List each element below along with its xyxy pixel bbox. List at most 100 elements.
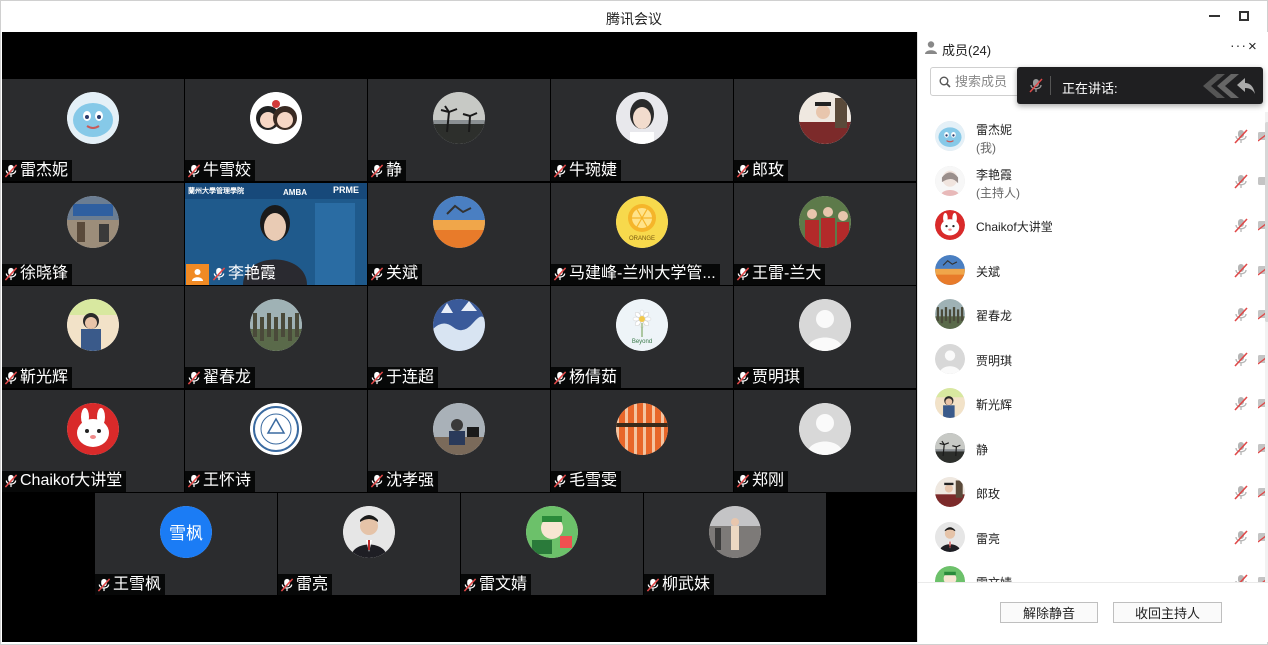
participant-name-label: 徐晓锋: [2, 263, 73, 285]
muted-mic-icon[interactable]: [1234, 262, 1248, 278]
participant-tile[interactable]: 郑刚: [734, 389, 916, 492]
member-name: 静: [976, 442, 989, 457]
muted-mic-icon[interactable]: [1234, 173, 1248, 189]
participant-name: 靳光辉: [20, 368, 69, 386]
muted-mic-icon: [553, 267, 567, 281]
muted-mic-icon: [646, 577, 660, 592]
member-name: 雷文婧: [976, 574, 1012, 582]
participant-tile[interactable]: 静: [368, 79, 550, 181]
member-name: 关斌: [976, 264, 1001, 279]
muted-mic-icon: [187, 163, 201, 178]
member-row[interactable]: 雷亮: [918, 515, 1268, 559]
muted-mic-icon[interactable]: [1234, 485, 1248, 500]
muted-mic-icon: [97, 577, 111, 592]
participant-tile[interactable]: 贾明琪: [734, 286, 916, 388]
member-row[interactable]: 贾明琪: [918, 337, 1268, 381]
muted-mic-icon[interactable]: [1234, 396, 1248, 411]
participant-tile[interactable]: 牛雪姣: [185, 79, 367, 181]
participant-tile[interactable]: 柳武妹: [644, 493, 826, 595]
participant-tile[interactable]: 沈孝强: [368, 389, 550, 492]
maximize-button[interactable]: [1232, 5, 1256, 27]
participant-name-label: Chaikof大讲堂: [2, 470, 127, 492]
member-row[interactable]: 李艳霞 (主持人): [918, 159, 1268, 203]
member-avatar: [935, 521, 965, 552]
muted-mic-icon[interactable]: [1234, 529, 1248, 545]
participant-tile[interactable]: Beyond 杨倩茹: [551, 286, 733, 388]
participant-name-label: 贾明琪: [734, 367, 805, 388]
participant-tile[interactable]: 徐晓锋: [2, 182, 184, 285]
member-search-box[interactable]: [930, 67, 1022, 96]
muted-mic-icon: [1029, 78, 1043, 93]
member-name: 翟春龙: [976, 309, 1013, 323]
participant-tile[interactable]: 翟春龙: [185, 286, 367, 388]
participant-tile[interactable]: 雷文婧: [461, 493, 643, 595]
member-avatar: [935, 210, 965, 240]
member-row[interactable]: Chaikof大讲堂: [918, 203, 1268, 247]
member-name: Chaikof大讲堂: [976, 220, 1053, 234]
muted-mic-icon: [187, 370, 201, 385]
participant-tile[interactable]: 于连超: [368, 286, 550, 388]
participant-tile[interactable]: 牛琬婕: [551, 79, 733, 181]
close-panel-button[interactable]: ×: [1248, 38, 1257, 55]
participant-name-label: 翟春龙: [185, 367, 256, 388]
member-name: 李艳霞: [976, 167, 1013, 182]
member-row[interactable]: 雷文婧: [918, 559, 1268, 582]
member-row[interactable]: 郎玫: [918, 470, 1268, 514]
participant-avatar: [67, 402, 119, 455]
member-name: 雷亮: [976, 531, 1001, 546]
participant-tile[interactable]: 王怀诗: [185, 389, 367, 492]
participant-avatar: [433, 402, 485, 455]
member-row[interactable]: 翟春龙: [918, 292, 1268, 336]
member-row[interactable]: 静: [918, 426, 1268, 470]
muted-mic-icon: [463, 577, 477, 592]
member-avatar: [935, 477, 965, 507]
member-row[interactable]: 雷杰妮 (我): [918, 114, 1268, 158]
participant-name: 毛雪雯: [569, 472, 618, 489]
muted-mic-icon[interactable]: [1234, 129, 1248, 144]
participant-tile[interactable]: 关斌: [368, 182, 550, 285]
muted-mic-icon[interactable]: [1234, 440, 1248, 456]
minimize-button[interactable]: [1202, 5, 1226, 27]
search-input[interactable]: [955, 74, 1021, 89]
participant-tile[interactable]: 王雷-兰大: [734, 182, 916, 285]
participant-name: 雷文婧: [479, 575, 528, 593]
collapse-arrow-icon[interactable]: [1203, 74, 1257, 98]
member-avatar: [935, 388, 965, 418]
participant-tile[interactable]: 郎玫: [734, 79, 916, 181]
participant-tile[interactable]: ORANGE 马建峰-兰州大学管...: [551, 182, 733, 285]
muted-mic-icon[interactable]: [1234, 218, 1248, 233]
participant-tile[interactable]: 毛雪雯: [551, 389, 733, 492]
muted-mic-icon: [370, 370, 384, 385]
participant-avatar: [343, 506, 395, 558]
muted-mic-icon[interactable]: [1234, 307, 1248, 322]
participant-tile[interactable]: 雷杰妮: [2, 79, 184, 181]
title-bar: 腾讯会议: [1, 1, 1267, 32]
participant-name: Chaikof大讲堂: [20, 472, 123, 489]
video-logo-text: 蘭州大學管理學院: [188, 186, 244, 195]
participant-avatar: Beyond: [616, 299, 668, 351]
speaking-indicator: 正在讲话:: [1017, 67, 1263, 104]
participant-name-label: 雷杰妮: [2, 160, 73, 181]
participant-tile[interactable]: 蘭州大學管理學院 AMBA PRME 李艳霞: [185, 182, 367, 285]
video-logo-text: PRME: [333, 185, 359, 195]
member-name: 郎玫: [976, 487, 1001, 501]
participant-tile[interactable]: 雪枫 王雪枫: [95, 493, 277, 595]
participant-tile[interactable]: 雷亮: [278, 493, 460, 595]
muted-mic-icon[interactable]: [1234, 351, 1248, 367]
more-options-button[interactable]: ···: [1230, 37, 1247, 53]
participant-avatar: [616, 92, 668, 144]
host-person-icon: [192, 268, 203, 281]
member-row[interactable]: 靳光辉: [918, 381, 1268, 425]
participant-name: 徐晓锋: [20, 265, 69, 282]
muted-mic-icon[interactable]: [1234, 574, 1248, 582]
member-row[interactable]: 关斌: [918, 248, 1268, 292]
unmute-all-button[interactable]: 解除静音: [1000, 602, 1098, 623]
participant-name-label: 静: [368, 160, 407, 181]
reclaim-host-button[interactable]: 收回主持人: [1113, 602, 1222, 623]
participant-name: 王怀诗: [203, 472, 252, 489]
participant-tile[interactable]: Chaikof大讲堂: [2, 389, 184, 492]
member-avatar: [935, 165, 965, 196]
participant-name: 杨倩茹: [569, 368, 618, 386]
muted-mic-icon: [736, 163, 750, 178]
participant-tile[interactable]: 靳光辉: [2, 286, 184, 388]
